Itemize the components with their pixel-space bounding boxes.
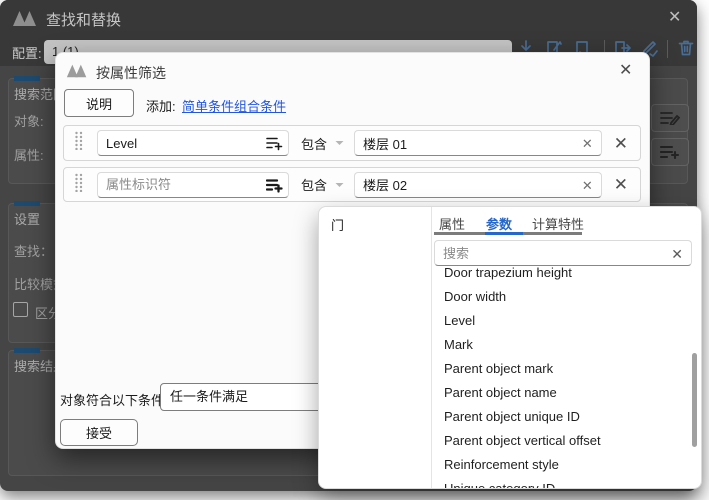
window-close-icon[interactable]: ✕	[668, 10, 681, 26]
help-button[interactable]: 说明	[64, 89, 134, 117]
group-accent-bar	[14, 348, 40, 353]
list-add-icon	[660, 145, 680, 159]
active-tab-underline	[485, 232, 523, 235]
operator-dropdown[interactable]: 包含	[301, 134, 344, 153]
scrollbar-thumb[interactable]	[692, 353, 697, 447]
object-label: 对象:	[14, 114, 44, 129]
pick-property-icon[interactable]	[266, 136, 283, 156]
group-title-settings: 设置	[14, 212, 41, 227]
value-input[interactable]	[355, 131, 601, 155]
search-clear-icon[interactable]: ✕	[671, 246, 683, 262]
accept-button[interactable]: 接受	[60, 419, 138, 446]
condition-row: 包含 ✕ ✕	[63, 167, 641, 202]
list-item[interactable]: Door width	[433, 285, 688, 309]
chevron-down-icon	[335, 141, 344, 145]
tab-parameters[interactable]: 参数	[486, 214, 512, 233]
property-input[interactable]	[98, 172, 288, 197]
find-label: 查找：	[14, 244, 54, 259]
list-item[interactable]: Reinforcement style	[433, 453, 688, 477]
list-item[interactable]: Parent object vertical offset	[433, 429, 688, 453]
group-accent-bar	[14, 201, 40, 206]
trimble-logo-icon	[12, 8, 38, 33]
remove-row-icon[interactable]: ✕	[614, 135, 628, 152]
operator-dropdown[interactable]: 包含	[301, 175, 344, 194]
chevron-down-icon	[335, 182, 344, 187]
drag-handle-icon[interactable]	[74, 131, 83, 155]
toolbar-separator	[667, 40, 668, 58]
property-field-wrap	[97, 130, 289, 156]
list-edit-button[interactable]	[651, 104, 689, 132]
tab-attributes[interactable]: 属性	[439, 214, 465, 233]
popup-divider	[431, 207, 432, 488]
value-field-wrap: ✕	[354, 130, 602, 156]
dialog-title: 按属性筛选	[96, 65, 166, 81]
config-label: 配置:	[12, 46, 42, 61]
list-item[interactable]: Parent object name	[433, 381, 688, 405]
screen: 查找和替换 ✕ 配置: 1 (1) 搜索范围 对象:	[0, 0, 709, 500]
drag-handle-icon[interactable]	[74, 173, 83, 197]
list-edit-icon	[660, 112, 680, 125]
list-item[interactable]: Parent object unique ID	[433, 405, 688, 429]
match-condition-label: 对象符合以下条件	[60, 393, 165, 408]
clear-value-icon[interactable]: ✕	[582, 178, 593, 194]
remove-row-icon[interactable]: ✕	[614, 176, 628, 193]
list-item[interactable]: Level	[433, 309, 688, 333]
tab-calculated-properties[interactable]: 计算特性	[532, 214, 584, 233]
window-title: 查找和替换	[46, 12, 122, 29]
list-item[interactable]: Door trapezium height	[433, 261, 688, 285]
list-item[interactable]: Parent object mark	[433, 357, 688, 381]
list-item[interactable]: Mark	[433, 333, 688, 357]
param-list: Door trapezium height Door width Level Mark…	[433, 261, 688, 488]
property-input[interactable]	[98, 131, 288, 155]
clear-value-icon[interactable]: ✕	[582, 136, 593, 152]
add-combined-condition-link[interactable]: 组合条件	[234, 96, 286, 115]
pick-property-icon[interactable]	[265, 178, 283, 198]
category-item-door[interactable]: 门	[331, 215, 344, 234]
list-add-button[interactable]	[651, 138, 689, 166]
condition-row: 包含 ✕ ✕	[63, 125, 641, 161]
property-picker-popup: 门 属性 参数 计算特性 ✕ Door trapezium heightDoor…	[318, 206, 702, 489]
case-sensitive-checkbox[interactable]	[13, 302, 28, 317]
trimble-logo-icon	[66, 62, 88, 84]
trash-icon[interactable]	[676, 38, 696, 58]
value-field-wrap: ✕	[354, 171, 602, 198]
dialog-close-icon[interactable]: ✕	[619, 63, 632, 79]
property-label: 属性:	[14, 148, 44, 163]
add-simple-condition-link[interactable]: 简单条件	[182, 96, 234, 115]
list-item[interactable]: Unique category ID	[433, 477, 688, 488]
property-field-wrap	[97, 171, 289, 198]
value-input[interactable]	[355, 172, 601, 197]
add-label: 添加:	[146, 99, 176, 114]
group-accent-bar	[14, 76, 40, 81]
